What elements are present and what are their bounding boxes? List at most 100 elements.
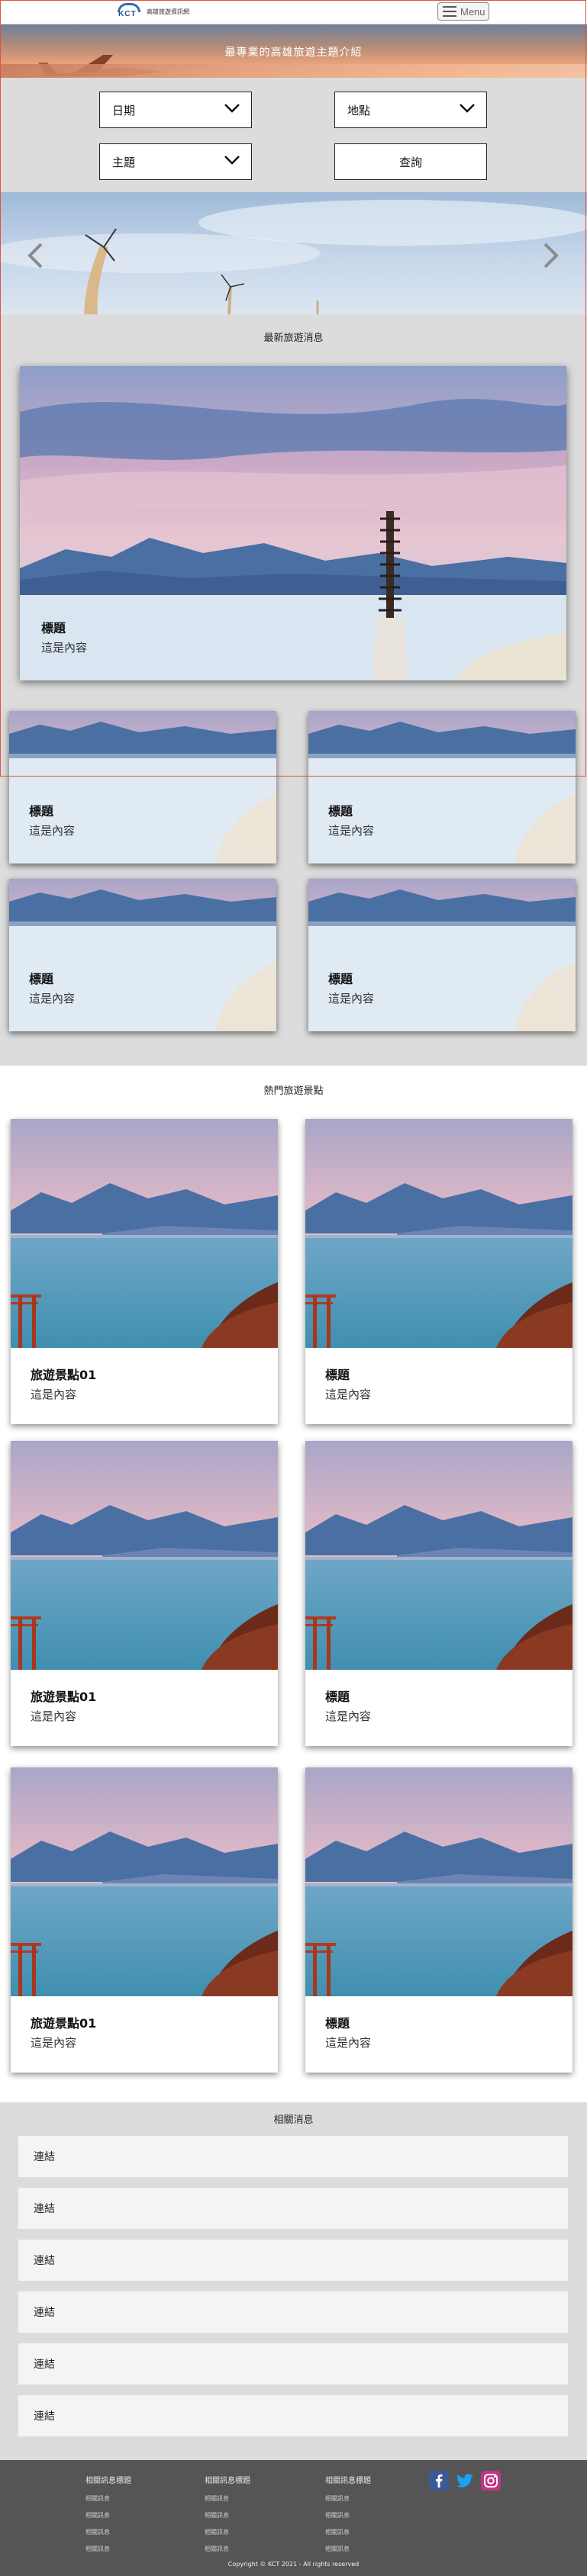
- news-card-image: [308, 879, 576, 1031]
- carousel-prev-arrow[interactable]: [26, 243, 44, 269]
- attraction-title: 旅遊景點01: [31, 1690, 97, 1704]
- footer-column: 相關訊息標題 相關訊息 相關訊息 相關訊息 相關訊息: [325, 2474, 417, 2562]
- attraction-photo: [11, 1119, 278, 1348]
- related-link[interactable]: 連結: [18, 2136, 568, 2177]
- date-select-label: 日期: [112, 103, 136, 117]
- footer-heading: 相關訊息標題: [325, 2477, 371, 2485]
- facebook-icon[interactable]: [429, 2471, 449, 2491]
- news-hero-body: 這是內容: [41, 641, 88, 654]
- chevron-down-icon: [460, 104, 475, 113]
- related-link[interactable]: 連結: [18, 2188, 568, 2229]
- copyright-text: Copyright © KCT 2021 - All rights reserv…: [227, 2561, 360, 2568]
- news-card[interactable]: 標題 這是內容: [308, 711, 576, 863]
- news-card-image: [9, 711, 276, 863]
- footer-link[interactable]: 相關訊息: [205, 2528, 296, 2536]
- place-select[interactable]: 地點: [334, 92, 487, 128]
- site-footer: 相關訊息標題 相關訊息 相關訊息 相關訊息 相關訊息 相關訊息標題 相關訊息 相…: [0, 2460, 587, 2576]
- related-news-title: 相關消息: [273, 2115, 314, 2126]
- footer-column: 相關訊息標題 相關訊息 相關訊息 相關訊息 相關訊息: [85, 2474, 177, 2562]
- news-hero-title: 標題: [41, 621, 66, 635]
- site-header: KCT 高雄旅遊資訊網 Menu: [0, 0, 587, 24]
- news-card-title: 標題: [328, 804, 353, 818]
- attraction-photo: [305, 1119, 572, 1348]
- latest-news-section: 最新旅遊消息 標題 這是內容 標題 這是內容 標題 這是內容 標題 這是內容 標…: [0, 314, 587, 1066]
- news-card-body: 這是內容: [328, 992, 375, 1005]
- date-select[interactable]: 日期: [99, 92, 252, 128]
- latest-news-title: 最新旅遊消息: [263, 333, 324, 344]
- attraction-card[interactable]: 標題 這是內容: [305, 1767, 572, 2073]
- twitter-icon[interactable]: [455, 2471, 475, 2491]
- related-link[interactable]: 連結: [18, 2395, 568, 2436]
- query-button[interactable]: 查詢: [334, 143, 487, 180]
- news-card-title: 標題: [29, 804, 54, 818]
- attraction-card[interactable]: 標題 這是內容: [305, 1441, 572, 1746]
- hero-banner: 最專業的高雄旅遊主題介紹: [0, 24, 587, 78]
- related-link[interactable]: 連結: [18, 2240, 568, 2281]
- instagram-icon[interactable]: [481, 2471, 501, 2491]
- chevron-down-icon: [224, 156, 240, 165]
- attraction-title: 旅遊景點01: [31, 2016, 97, 2031]
- banner-slogan: 最專業的高雄旅遊主題介紹: [224, 47, 363, 59]
- attraction-body: 這是內容: [31, 2036, 77, 2050]
- news-card[interactable]: 標題 這是內容: [9, 711, 276, 863]
- hamburger-icon: [443, 6, 456, 17]
- news-card-title: 標題: [328, 972, 353, 986]
- attraction-card[interactable]: 標題 這是內容: [305, 1119, 572, 1424]
- menu-button[interactable]: Menu: [437, 2, 489, 21]
- footer-link[interactable]: 相關訊息: [205, 2545, 296, 2553]
- attraction-photo: [305, 1441, 572, 1670]
- attraction-title: 標題: [325, 1368, 350, 1382]
- theme-select-label: 主題: [112, 155, 136, 169]
- news-hero-image: [20, 366, 566, 680]
- footer-link[interactable]: 相關訊息: [325, 2494, 417, 2503]
- image-carousel: [0, 192, 587, 314]
- footer-link[interactable]: 相關訊息: [85, 2528, 177, 2536]
- related-news-section: 相關消息 連結 連結 連結 連結 連結 連結: [0, 2102, 587, 2460]
- footer-link[interactable]: 相關訊息: [205, 2511, 296, 2520]
- logo-name: 高雄旅遊資訊網: [147, 8, 189, 15]
- menu-label: Menu: [460, 5, 485, 18]
- footer-link[interactable]: 相關訊息: [325, 2545, 417, 2553]
- footer-link[interactable]: 相關訊息: [85, 2494, 177, 2503]
- search-panel: 日期 地點 主題 查詢: [0, 78, 587, 192]
- place-select-label: 地點: [347, 103, 371, 117]
- news-card[interactable]: 標題 這是內容: [308, 879, 576, 1031]
- theme-select[interactable]: 主題: [99, 143, 252, 180]
- footer-heading: 相關訊息標題: [205, 2477, 250, 2485]
- attraction-photo: [11, 1767, 278, 1996]
- site-logo[interactable]: KCT 高雄旅遊資訊網: [116, 3, 189, 20]
- attractions-title: 熱門旅遊景點: [263, 1085, 324, 1097]
- related-link[interactable]: 連結: [18, 2343, 568, 2385]
- footer-link[interactable]: 相關訊息: [205, 2494, 296, 2503]
- footer-link[interactable]: 相關訊息: [85, 2545, 177, 2553]
- attraction-body: 這是內容: [325, 1388, 372, 1401]
- news-card-image: [9, 879, 276, 1031]
- attraction-body: 這是內容: [325, 1709, 372, 1723]
- attraction-title: 標題: [325, 2016, 350, 2031]
- footer-link[interactable]: 相關訊息: [325, 2511, 417, 2520]
- news-card-body: 這是內容: [328, 824, 375, 838]
- attraction-title: 標題: [325, 1690, 350, 1704]
- footer-column: 相關訊息標題 相關訊息 相關訊息 相關訊息 相關訊息: [205, 2474, 296, 2562]
- attraction-title: 旅遊景點01: [31, 1368, 97, 1382]
- related-link[interactable]: 連結: [18, 2291, 568, 2333]
- news-card[interactable]: 標題 這是內容: [9, 879, 276, 1031]
- attraction-body: 這是內容: [31, 1709, 77, 1723]
- footer-link[interactable]: 相關訊息: [325, 2528, 417, 2536]
- news-card-body: 這是內容: [29, 992, 76, 1005]
- carousel-slide-image: [0, 200, 587, 314]
- attraction-card[interactable]: 旅遊景點01 這是內容: [11, 1441, 278, 1746]
- footer-link[interactable]: 相關訊息: [85, 2511, 177, 2520]
- news-card-title: 標題: [29, 972, 54, 986]
- attraction-card[interactable]: 旅遊景點01 這是內容: [11, 1119, 278, 1424]
- chevron-down-icon: [224, 104, 240, 113]
- news-hero-card[interactable]: 標題 這是內容: [20, 366, 566, 680]
- carousel-next-arrow[interactable]: [542, 243, 560, 269]
- footer-heading: 相關訊息標題: [85, 2477, 131, 2485]
- attraction-body: 這是內容: [325, 2036, 372, 2050]
- news-card-body: 這是內容: [29, 824, 76, 838]
- attraction-photo: [305, 1767, 572, 1996]
- attractions-section: 熱門旅遊景點 旅遊景點01 這是內容 標題 這是內容 旅遊景點01 這是內容 標題 這是內容旅…: [0, 1066, 587, 2102]
- news-card-image: [308, 711, 576, 863]
- attraction-card[interactable]: 旅遊景點01 這是內容: [11, 1767, 278, 2073]
